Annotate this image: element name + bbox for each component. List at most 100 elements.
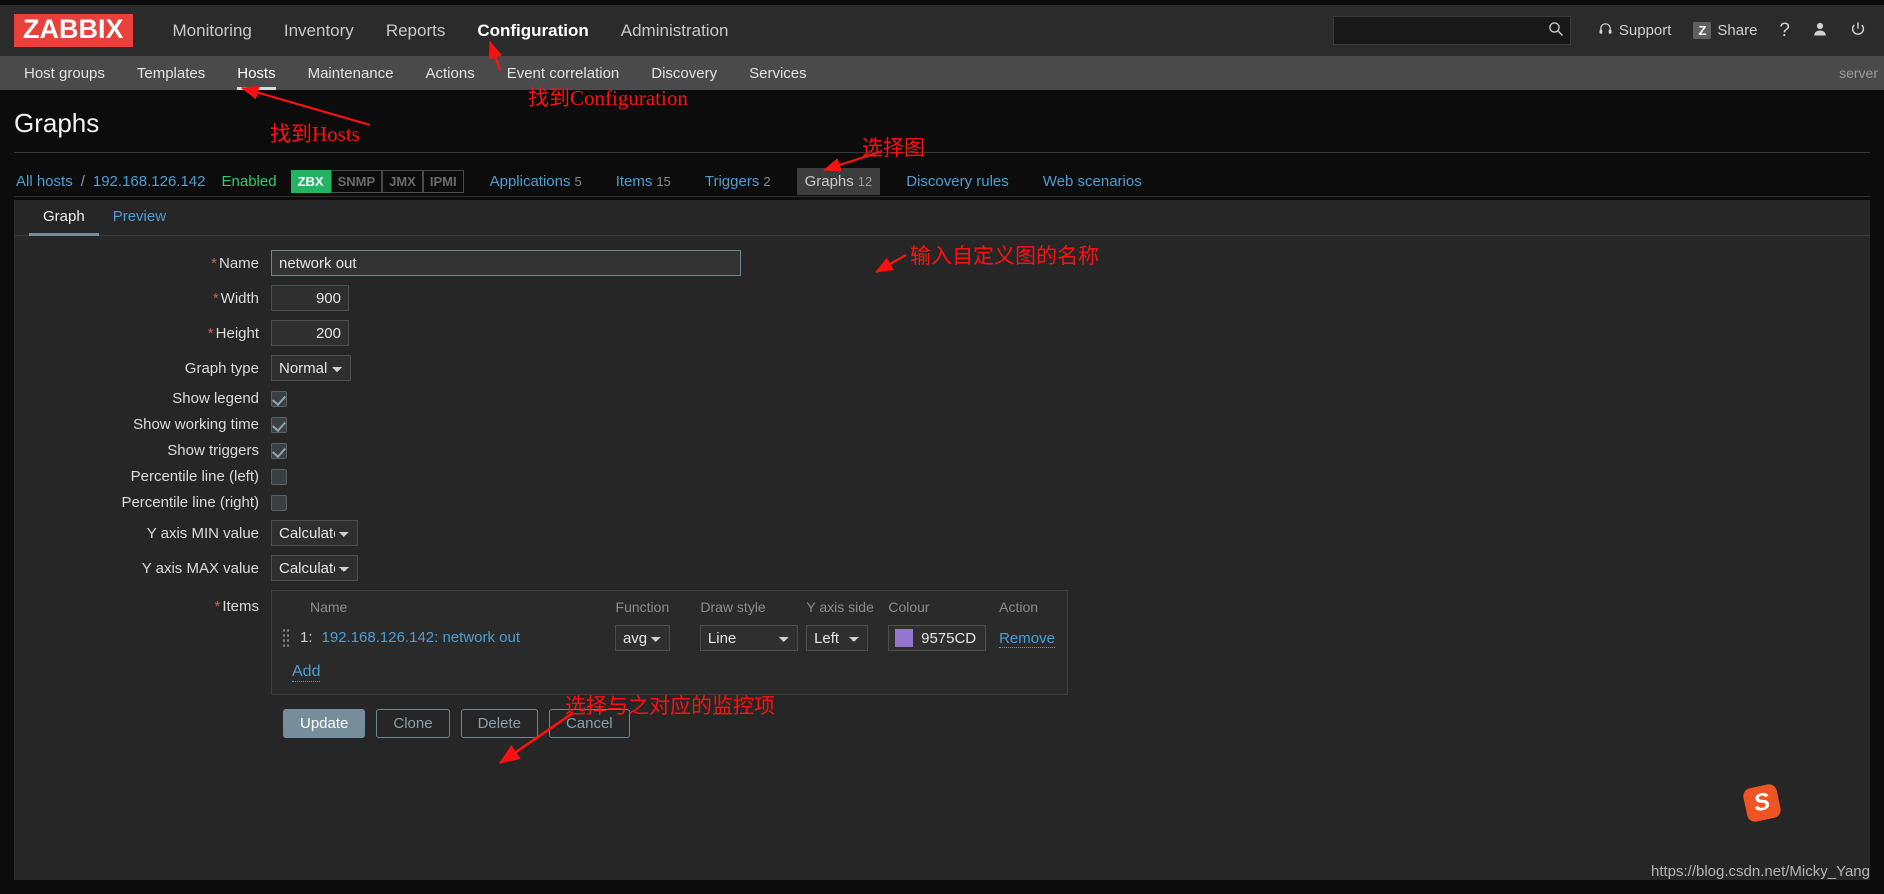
subnav-item-discovery[interactable]: Discovery <box>635 58 733 89</box>
interface-badges: ZBX SNMP JMX IPMI <box>291 170 464 194</box>
nav-item-monitoring[interactable]: Monitoring <box>157 13 268 49</box>
breadcrumb: All hosts / 192.168.126.142 Enabled ZBX … <box>16 168 1150 195</box>
support-link[interactable]: Support <box>1587 21 1683 40</box>
show-legend-checkbox[interactable] <box>271 391 287 407</box>
crumb-tab-discovery-rules[interactable]: Discovery rules <box>898 168 1017 195</box>
item-action-cell: Remove <box>999 630 1057 647</box>
subnav-item-hosts[interactable]: Hosts <box>221 58 291 89</box>
field-row-percentile-right: Percentile line (right) <box>15 494 1870 511</box>
host-status-enabled[interactable]: Enabled <box>222 173 277 190</box>
crumb-tab-graphs-label: Graphs <box>805 173 854 190</box>
search-input[interactable] <box>1334 17 1532 44</box>
col-header-action: Action <box>999 599 1057 615</box>
table-row: 1: 192.168.126.142: network out avg Line <box>282 625 1057 651</box>
percentile-right-checkbox[interactable] <box>271 495 287 511</box>
tab-preview[interactable]: Preview <box>99 200 180 235</box>
label-width: *Width <box>15 290 271 307</box>
label-y-axis-max: Y axis MAX value <box>15 560 271 577</box>
label-width-text: Width <box>221 290 259 307</box>
field-row-height: *Height <box>15 320 1870 346</box>
power-icon <box>1850 21 1866 41</box>
label-percentile-left: Percentile line (left) <box>15 468 271 485</box>
sub-navigation: Host groups Templates Hosts Maintenance … <box>0 56 1884 90</box>
header-right-tools: Support Z Share ? <box>1333 5 1884 56</box>
label-percentile-right: Percentile line (right) <box>15 494 271 511</box>
item-function-select[interactable]: avg <box>615 625 670 651</box>
field-row-show-working-time: Show working time <box>15 416 1870 433</box>
signout-link[interactable] <box>1839 21 1884 41</box>
colour-swatch[interactable] <box>895 629 913 647</box>
global-search[interactable] <box>1333 16 1571 45</box>
required-marker: * <box>214 598 220 615</box>
nav-item-reports[interactable]: Reports <box>370 13 462 49</box>
breadcrumb-all-hosts[interactable]: All hosts <box>16 173 73 190</box>
item-name-cell: 1: 192.168.126.142: network out <box>282 628 615 648</box>
nav-item-configuration[interactable]: Configuration <box>461 13 604 49</box>
crumb-tab-web-scenarios[interactable]: Web scenarios <box>1035 168 1150 195</box>
subnav-item-actions[interactable]: Actions <box>410 58 491 89</box>
tab-graph[interactable]: Graph <box>29 200 99 235</box>
user-profile-link[interactable] <box>1801 21 1839 41</box>
graph-form-panel: Graph Preview *Name *Width *Height Graph… <box>14 200 1870 880</box>
nav-item-administration[interactable]: Administration <box>605 13 745 49</box>
col-header-name: Name <box>282 599 616 615</box>
delete-button[interactable]: Delete <box>461 709 538 738</box>
label-items-text: Items <box>222 598 259 615</box>
field-row-y-axis-min: Y axis MIN value Calculated <box>15 520 1870 546</box>
label-show-legend: Show legend <box>15 390 271 407</box>
items-table: Name Function Draw style Y axis side Col… <box>271 590 1068 695</box>
clone-button[interactable]: Clone <box>376 709 449 738</box>
item-name-link[interactable]: 192.168.126.142: network out <box>322 629 521 646</box>
page-title: Graphs <box>14 108 99 139</box>
y-axis-max-select[interactable]: Calculated <box>271 555 358 581</box>
breadcrumb-divider <box>14 196 1870 197</box>
required-marker: * <box>211 255 217 272</box>
subnav-item-event-correlation[interactable]: Event correlation <box>491 58 636 89</box>
crumb-tab-triggers-label: Triggers <box>705 173 759 190</box>
crumb-tab-items-count: 15 <box>656 174 670 189</box>
zabbix-logo[interactable]: ZABBIX <box>14 14 133 47</box>
user-icon <box>1812 21 1828 41</box>
colour-picker[interactable]: 9575CD <box>888 625 986 651</box>
item-draw-style-select[interactable]: Line <box>700 625 798 651</box>
width-input[interactable] <box>271 285 349 311</box>
height-input[interactable] <box>271 320 349 346</box>
show-triggers-checkbox[interactable] <box>271 443 287 459</box>
update-button[interactable]: Update <box>283 709 365 738</box>
subnav-item-services[interactable]: Services <box>733 58 823 89</box>
help-link[interactable]: ? <box>1768 20 1801 42</box>
remove-item-link[interactable]: Remove <box>999 630 1055 648</box>
share-link[interactable]: Z Share <box>1682 22 1768 40</box>
nav-item-inventory[interactable]: Inventory <box>268 13 370 49</box>
item-draw-style-cell: Line <box>700 625 806 651</box>
show-working-time-checkbox[interactable] <box>271 417 287 433</box>
subnav-item-templates[interactable]: Templates <box>121 58 221 89</box>
crumb-tab-applications[interactable]: Applications5 <box>482 168 590 195</box>
crumb-tab-graphs-count: 12 <box>858 174 872 189</box>
graph-type-select[interactable]: Normal <box>271 355 351 381</box>
drag-handle-icon[interactable] <box>282 628 291 648</box>
item-y-axis-side-select[interactable]: Left <box>806 625 868 651</box>
crumb-tab-items[interactable]: Items15 <box>608 168 679 195</box>
y-axis-min-select[interactable]: Calculated <box>271 520 358 546</box>
item-index: 1: <box>300 629 313 646</box>
required-marker: * <box>208 325 214 342</box>
annotation-select-graph: 选择图 <box>862 132 925 162</box>
search-icon[interactable] <box>1548 21 1564 42</box>
subnav-item-host-groups[interactable]: Host groups <box>8 58 121 89</box>
interface-badge-snmp: SNMP <box>331 170 383 194</box>
percentile-left-checkbox[interactable] <box>271 469 287 485</box>
label-y-axis-min: Y axis MIN value <box>15 525 271 542</box>
title-divider <box>14 152 1870 153</box>
col-header-colour: Colour <box>888 599 999 615</box>
name-input[interactable] <box>271 250 741 276</box>
item-colour-cell: 9575CD <box>888 625 999 651</box>
app-root: ZABBIX Monitoring Inventory Reports Conf… <box>0 0 1884 894</box>
subnav-item-maintenance[interactable]: Maintenance <box>292 58 410 89</box>
add-item-link[interactable]: Add <box>292 663 320 682</box>
breadcrumb-host-name[interactable]: 192.168.126.142 <box>93 173 206 190</box>
crumb-tab-triggers[interactable]: Triggers2 <box>697 168 779 195</box>
crumb-tab-graphs[interactable]: Graphs 12 <box>797 168 881 195</box>
cancel-button[interactable]: Cancel <box>549 709 630 738</box>
field-row-show-legend: Show legend <box>15 390 1870 407</box>
